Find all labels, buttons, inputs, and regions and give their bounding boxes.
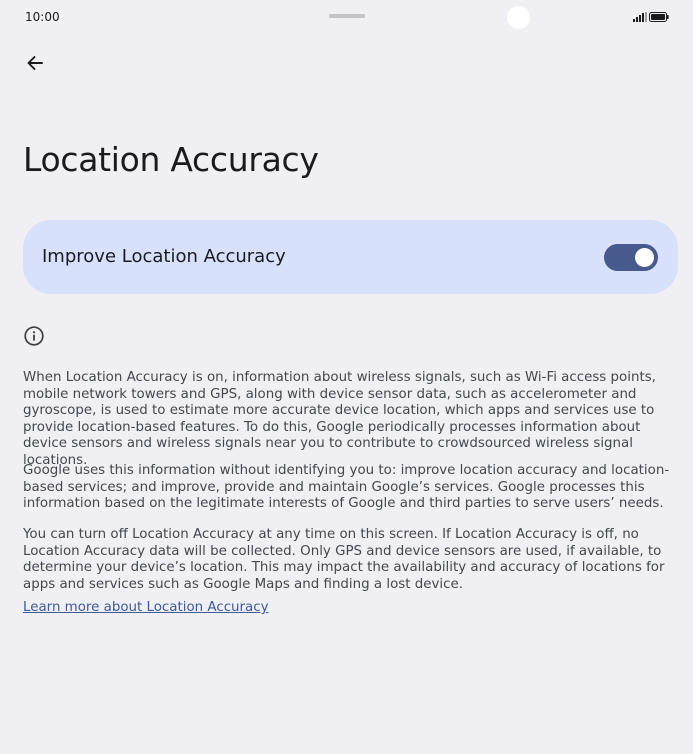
improve-location-accuracy-toggle-row[interactable]: Improve Location Accuracy — [23, 220, 678, 294]
status-time: 10:00 — [25, 10, 60, 24]
page-title: Location Accuracy — [23, 140, 319, 179]
signal-icon — [633, 12, 647, 22]
toggle-label: Improve Location Accuracy — [42, 246, 286, 267]
description-paragraph: Google uses this information without ide… — [23, 463, 670, 511]
improve-location-accuracy-switch[interactable] — [604, 244, 658, 271]
arrow-back-icon — [27, 56, 43, 70]
back-button[interactable] — [18, 46, 52, 80]
switch-thumb — [635, 248, 654, 267]
description-paragraph: When Location Accuracy is on, informatio… — [23, 370, 656, 468]
learn-more-link[interactable]: Learn more about Location Accuracy — [23, 600, 269, 615]
screen: 10:00 Location Accuracy Improve Location… — [0, 0, 693, 754]
battery-icon — [649, 12, 669, 22]
camera-cutout — [507, 6, 530, 29]
status-bar: 10:00 — [0, 0, 693, 36]
info-icon — [24, 326, 44, 346]
drag-handle — [329, 14, 365, 18]
description-paragraph: You can turn off Location Accuracy at an… — [23, 527, 665, 592]
